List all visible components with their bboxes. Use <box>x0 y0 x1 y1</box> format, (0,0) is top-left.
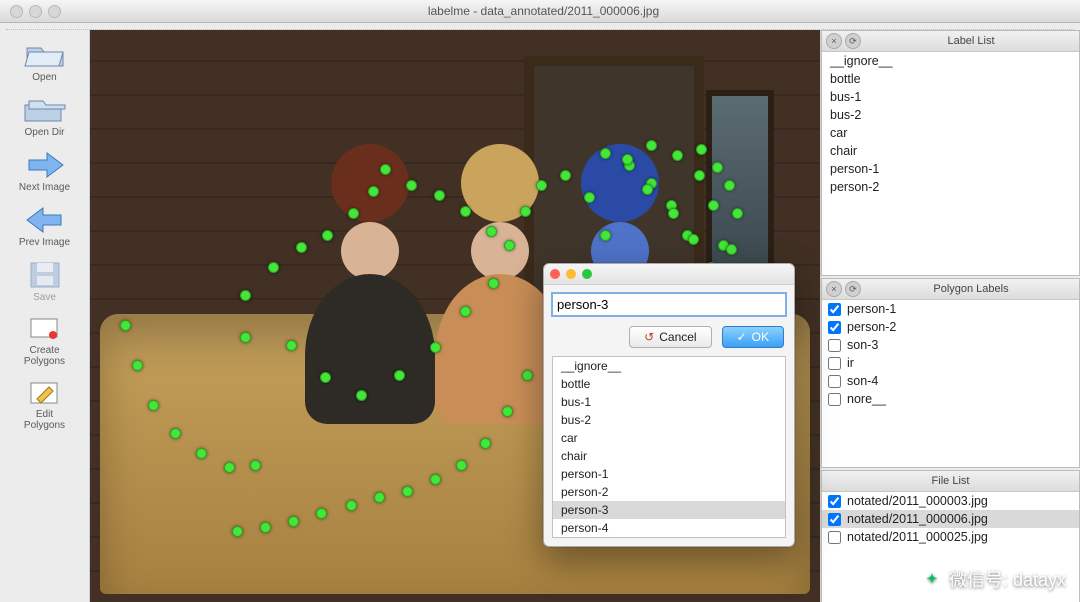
label-list-title: Label List <box>867 35 1075 47</box>
undo-arrow-icon: ↺ <box>644 330 654 344</box>
right-panels: ×⟳ Label List __ignore__bottlebus-1bus-2… <box>820 30 1080 602</box>
label-list-panel: ×⟳ Label List __ignore__bottlebus-1bus-2… <box>821 30 1080 276</box>
list-item[interactable]: sofa <box>553 537 785 538</box>
list-item[interactable]: person-4 <box>553 519 785 537</box>
checkbox[interactable] <box>828 375 841 388</box>
file-list-title: File List <box>826 475 1075 487</box>
toolbar-grip[interactable] <box>6 23 1074 30</box>
window-title: labelme - data_annotated/2011_000006.jpg <box>61 4 1026 18</box>
dialog-titlebar[interactable] <box>544 264 794 285</box>
polygon-label-item[interactable]: ir <box>822 354 1079 372</box>
polygon-label-item[interactable]: son-4 <box>822 372 1079 390</box>
edit-polygons-button[interactable]: Edit Polygons <box>2 379 87 431</box>
list-item[interactable]: car <box>822 124 1079 142</box>
file-list-item[interactable]: notated/2011_000003.jpg <box>822 492 1079 510</box>
folder-open-icon <box>2 40 87 70</box>
zoom-icon[interactable] <box>48 5 61 18</box>
polygon-labels-panel: ×⟳ Polygon Labels person-1person-2son-3i… <box>821 278 1080 468</box>
arrow-right-icon <box>2 150 87 180</box>
list-item[interactable]: bus-2 <box>822 106 1079 124</box>
polygon-labels-title: Polygon Labels <box>867 283 1075 295</box>
file-list-item[interactable]: notated/2011_000025.jpg <box>822 528 1079 546</box>
open-button[interactable]: Open <box>2 40 87 83</box>
polygon-labels-list[interactable]: person-1person-2son-3irson-4nore__ <box>822 300 1079 467</box>
checkbox[interactable] <box>828 357 841 370</box>
panel-dock-icon[interactable]: ⟳ <box>845 281 861 297</box>
zoom-icon[interactable] <box>582 269 592 279</box>
list-item[interactable]: bottle <box>822 70 1079 88</box>
file-list-item[interactable]: notated/2011_000006.jpg <box>822 510 1079 528</box>
left-toolbar: Open Open Dir Next Image Prev Image <box>0 30 90 602</box>
polygon-label-item[interactable]: person-1 <box>822 300 1079 318</box>
create-polygons-button[interactable]: Create Polygons <box>2 315 87 367</box>
open-dir-button[interactable]: Open Dir <box>2 95 87 138</box>
minimize-icon[interactable] <box>566 269 576 279</box>
label-input[interactable] <box>552 293 786 316</box>
label-options-list[interactable]: __ignore__bottlebus-1bus-2carchairperson… <box>552 356 786 538</box>
panel-close-icon[interactable]: × <box>826 281 842 297</box>
list-item[interactable]: __ignore__ <box>553 357 785 375</box>
edit-icon <box>2 379 87 407</box>
floppy-icon <box>2 260 87 290</box>
checkbox[interactable] <box>828 321 841 334</box>
panel-close-icon[interactable]: × <box>826 33 842 49</box>
list-item[interactable]: person-1 <box>553 465 785 483</box>
list-item[interactable]: person-2 <box>822 178 1079 196</box>
checkbox[interactable] <box>828 303 841 316</box>
panel-dock-icon[interactable]: ⟳ <box>845 33 861 49</box>
folder-stack-icon <box>2 95 87 125</box>
checkbox[interactable] <box>828 495 841 508</box>
checkbox[interactable] <box>828 393 841 406</box>
close-icon[interactable] <box>550 269 560 279</box>
polygon-icon <box>2 315 87 343</box>
polygon-label-item[interactable]: person-2 <box>822 318 1079 336</box>
list-item[interactable]: bus-1 <box>553 393 785 411</box>
minimize-icon[interactable] <box>29 5 42 18</box>
app-window: labelme - data_annotated/2011_000006.jpg… <box>0 0 1080 602</box>
list-item[interactable]: chair <box>553 447 785 465</box>
list-item[interactable]: person-2 <box>553 483 785 501</box>
checkbox[interactable] <box>828 513 841 526</box>
close-icon[interactable] <box>10 5 23 18</box>
list-item[interactable]: person-3 <box>553 501 785 519</box>
checkbox[interactable] <box>828 531 841 544</box>
label-dialog: ↺ Cancel ✓ OK __ignore__bottlebus-1bus-2… <box>543 263 795 547</box>
checkbox[interactable] <box>828 339 841 352</box>
prev-image-button[interactable]: Prev Image <box>2 205 87 248</box>
list-item[interactable]: bottle <box>553 375 785 393</box>
polygon-label-item[interactable]: nore__ <box>822 390 1079 408</box>
list-item[interactable]: person-1 <box>822 160 1079 178</box>
list-item[interactable]: chair <box>822 142 1079 160</box>
cancel-button[interactable]: ↺ Cancel <box>629 326 711 348</box>
list-item[interactable]: bus-1 <box>822 88 1079 106</box>
window-controls[interactable] <box>10 5 61 18</box>
arrow-left-icon <box>2 205 87 235</box>
polygon-label-item[interactable]: son-3 <box>822 336 1079 354</box>
list-item[interactable]: __ignore__ <box>822 52 1079 70</box>
label-list[interactable]: __ignore__bottlebus-1bus-2carchairperson… <box>822 52 1079 275</box>
wechat-icon: ✦ <box>921 570 943 588</box>
list-item[interactable]: bus-2 <box>553 411 785 429</box>
titlebar: labelme - data_annotated/2011_000006.jpg <box>0 0 1080 23</box>
save-button: Save <box>2 260 87 303</box>
watermark: ✦ 微信号: datayx <box>921 566 1066 592</box>
list-item[interactable]: car <box>553 429 785 447</box>
next-image-button[interactable]: Next Image <box>2 150 87 193</box>
check-icon: ✓ <box>737 330 747 344</box>
ok-button[interactable]: ✓ OK <box>722 326 784 348</box>
